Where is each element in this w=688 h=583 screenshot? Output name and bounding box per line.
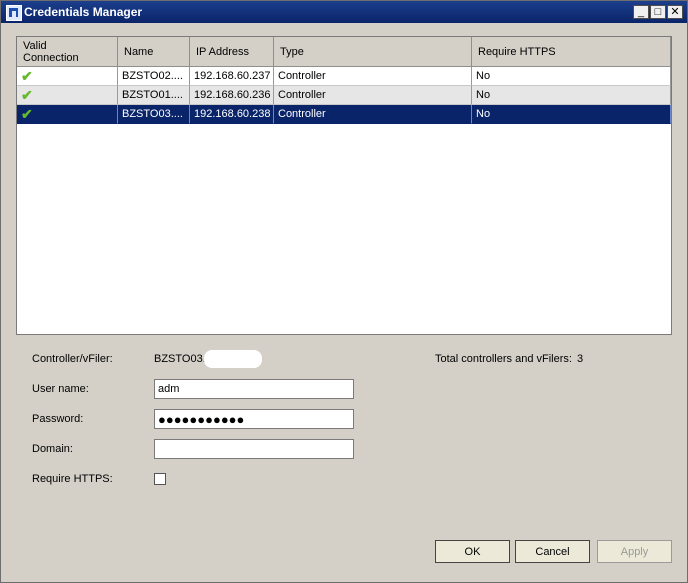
type-cell: Controller — [274, 67, 472, 86]
ip-cell: 192.168.60.237 — [190, 67, 274, 86]
name-cell: BZSTO01.... — [118, 86, 190, 105]
check-icon: ✔ — [21, 106, 33, 122]
column-header-name[interactable]: Name — [118, 37, 190, 67]
valid-cell: ✔ — [17, 67, 118, 86]
https-cell: No — [472, 67, 671, 86]
controller-value: BZSTO03. — [154, 353, 206, 365]
ok-button[interactable]: OK — [435, 540, 510, 563]
require-https-label: Require HTTPS: — [32, 473, 113, 485]
username-input[interactable] — [154, 379, 354, 399]
https-cell: No — [472, 105, 671, 124]
name-cell: BZSTO03.... — [118, 105, 190, 124]
cancel-button[interactable]: Cancel — [515, 540, 590, 563]
close-button[interactable]: ✕ — [667, 5, 683, 19]
password-input[interactable] — [154, 409, 354, 429]
column-header-require-https[interactable]: Require HTTPS — [472, 37, 671, 67]
password-label: Password: — [32, 413, 84, 425]
column-header-ip-address[interactable]: IP Address — [190, 37, 274, 67]
maximize-button[interactable]: □ — [650, 5, 666, 19]
ip-cell: 192.168.60.238 — [190, 105, 274, 124]
total-value: 3 — [577, 353, 584, 365]
type-cell: Controller — [274, 86, 472, 105]
table-row[interactable]: ✔ BZSTO01.... 192.168.60.236 Controller … — [17, 86, 671, 105]
total-label: Total controllers and vFilers: — [435, 353, 572, 365]
name-cell: BZSTO02.... — [118, 67, 190, 86]
valid-cell: ✔ — [17, 105, 118, 124]
ip-cell: 192.168.60.236 — [190, 86, 274, 105]
require-https-checkbox[interactable] — [154, 473, 166, 485]
grid-header: Valid Connection Name IP Address Type Re… — [17, 37, 671, 67]
valid-cell: ✔ — [17, 86, 118, 105]
table-row-selected[interactable]: ✔ BZSTO03.... 192.168.60.238 Controller … — [17, 105, 671, 124]
redaction-mark — [204, 350, 262, 368]
column-header-type[interactable]: Type — [274, 37, 472, 67]
controller-label: Controller/vFiler: — [32, 353, 113, 365]
column-header-valid-connection[interactable]: Valid Connection — [17, 37, 118, 67]
type-cell: Controller — [274, 105, 472, 124]
title-bar[interactable]: Credentials Manager _ □ ✕ — [1, 1, 687, 23]
check-icon: ✔ — [21, 68, 33, 84]
https-cell: No — [472, 86, 671, 105]
controllers-grid[interactable]: Valid Connection Name IP Address Type Re… — [16, 36, 672, 335]
domain-label: Domain: — [32, 443, 73, 455]
apply-button[interactable]: Apply — [597, 540, 672, 563]
minimize-button[interactable]: _ — [633, 5, 649, 19]
table-row[interactable]: ✔ BZSTO02.... 192.168.60.237 Controller … — [17, 67, 671, 86]
credentials-manager-window: Credentials Manager _ □ ✕ Valid Connecti… — [0, 0, 688, 583]
domain-input[interactable] — [154, 439, 354, 459]
username-label: User name: — [32, 383, 89, 395]
check-icon: ✔ — [21, 87, 33, 103]
netapp-logo-icon — [6, 5, 22, 21]
window-title: Credentials Manager — [24, 5, 143, 19]
